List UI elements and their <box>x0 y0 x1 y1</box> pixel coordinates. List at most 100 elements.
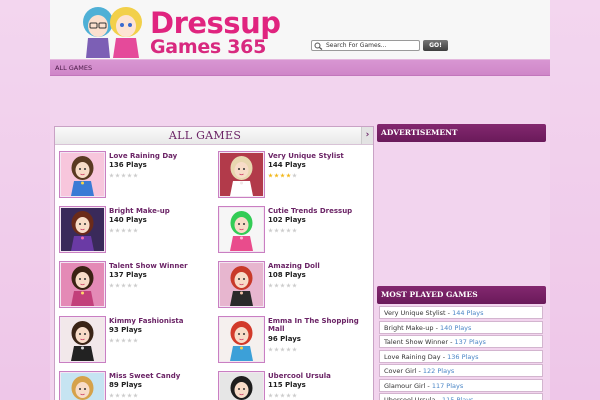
star-icon[interactable] <box>115 393 120 398</box>
game-thumbnail[interactable] <box>59 371 106 400</box>
game-title[interactable]: Very Unique Stylist <box>268 152 368 160</box>
game-rating[interactable] <box>268 391 298 398</box>
star-icon[interactable] <box>121 393 126 398</box>
star-icon[interactable] <box>268 393 273 398</box>
star-icon[interactable] <box>286 228 291 233</box>
star-icon[interactable] <box>115 338 120 343</box>
star-icon[interactable] <box>109 393 114 398</box>
site-logo[interactable]: Dressup Games 365 <box>76 4 281 58</box>
star-icon[interactable] <box>127 283 132 288</box>
game-thumbnail[interactable] <box>218 316 265 363</box>
star-icon[interactable] <box>280 228 285 233</box>
star-icon[interactable] <box>127 228 132 233</box>
game-rating[interactable] <box>109 281 139 288</box>
star-icon[interactable] <box>286 393 291 398</box>
star-icon[interactable] <box>292 173 297 178</box>
star-icon[interactable] <box>109 283 114 288</box>
game-thumbnail[interactable] <box>218 151 265 198</box>
star-icon[interactable] <box>292 283 297 288</box>
game-thumbnail[interactable] <box>59 151 106 198</box>
star-icon[interactable] <box>286 283 291 288</box>
game-item[interactable]: Amazing Doll 108 Plays <box>218 261 368 309</box>
game-rating[interactable] <box>109 226 139 233</box>
star-icon[interactable] <box>115 228 120 233</box>
star-icon[interactable] <box>133 228 138 233</box>
game-title[interactable]: Love Raining Day <box>109 152 209 160</box>
star-icon[interactable] <box>109 228 114 233</box>
star-icon[interactable] <box>109 338 114 343</box>
game-item[interactable]: Miss Sweet Candy 89 Plays <box>59 371 209 400</box>
star-icon[interactable] <box>274 393 279 398</box>
star-icon[interactable] <box>268 283 273 288</box>
star-icon[interactable] <box>133 283 138 288</box>
star-icon[interactable] <box>121 173 126 178</box>
star-icon[interactable] <box>280 347 285 352</box>
most-played-item[interactable]: Talent Show Winner - 137 Plays <box>379 335 543 348</box>
star-icon[interactable] <box>109 173 114 178</box>
most-played-item[interactable]: Glamour Girl - 117 Plays <box>379 378 543 392</box>
most-played-name[interactable]: Very Unique Stylist <box>384 309 446 317</box>
most-played-name[interactable]: Glamour Girl <box>384 382 425 390</box>
game-title[interactable]: Amazing Doll <box>268 262 368 270</box>
star-icon[interactable] <box>133 173 138 178</box>
game-rating[interactable] <box>268 226 298 233</box>
most-played-name[interactable]: Cover Girl <box>384 367 416 375</box>
star-icon[interactable] <box>121 228 126 233</box>
star-icon[interactable] <box>121 338 126 343</box>
game-title[interactable]: Talent Show Winner <box>109 262 209 270</box>
game-item[interactable]: Emma In The Shopping Mall 96 Plays <box>218 316 368 364</box>
star-icon[interactable] <box>274 283 279 288</box>
most-played-item[interactable]: Cover Girl - 122 Plays <box>379 364 543 377</box>
star-icon[interactable] <box>286 173 291 178</box>
star-icon[interactable] <box>115 173 120 178</box>
game-rating[interactable] <box>268 281 298 288</box>
game-item[interactable]: Love Raining Day 136 Plays <box>59 151 209 199</box>
star-icon[interactable] <box>268 228 273 233</box>
game-title[interactable]: Miss Sweet Candy <box>109 372 209 380</box>
game-title[interactable]: Bright Make-up <box>109 207 209 215</box>
game-item[interactable]: Cutie Trends Dressup 102 Plays <box>218 206 368 254</box>
game-item[interactable]: Very Unique Stylist 144 Plays <box>218 151 368 199</box>
most-played-item[interactable]: Bright Make-up - 140 Plays <box>379 320 543 334</box>
most-played-item[interactable]: Ubercool Ursula - 115 Plays <box>379 393 543 400</box>
star-icon[interactable] <box>133 393 138 398</box>
most-played-name[interactable]: Love Raining Day <box>384 353 441 361</box>
game-rating[interactable] <box>268 345 298 352</box>
game-item[interactable]: Kimmy Fashionista 93 Plays <box>59 316 209 364</box>
chevron-right-icon[interactable]: › <box>361 127 373 144</box>
game-thumbnail[interactable] <box>218 261 265 308</box>
star-icon[interactable] <box>127 173 132 178</box>
star-icon[interactable] <box>127 338 132 343</box>
game-thumbnail[interactable] <box>59 206 106 253</box>
star-icon[interactable] <box>133 338 138 343</box>
star-icon[interactable] <box>280 173 285 178</box>
game-rating[interactable] <box>268 171 298 178</box>
search-input[interactable] <box>326 41 418 50</box>
game-rating[interactable] <box>109 391 139 398</box>
game-item[interactable]: Talent Show Winner 137 Plays <box>59 261 209 309</box>
star-icon[interactable] <box>274 228 279 233</box>
star-icon[interactable] <box>286 347 291 352</box>
nav-all-games-link[interactable]: ALL GAMES <box>55 64 92 72</box>
star-icon[interactable] <box>274 347 279 352</box>
game-item[interactable]: Ubercool Ursula 115 Plays <box>218 371 368 400</box>
game-thumbnail[interactable] <box>59 261 106 308</box>
star-icon[interactable] <box>115 283 120 288</box>
star-icon[interactable] <box>280 283 285 288</box>
most-played-name[interactable]: Talent Show Winner <box>384 338 448 346</box>
search-go-button[interactable]: GO! <box>423 40 448 51</box>
most-played-name[interactable]: Bright Make-up <box>384 324 434 332</box>
game-title[interactable]: Kimmy Fashionista <box>109 317 209 325</box>
star-icon[interactable] <box>121 283 126 288</box>
most-played-name[interactable]: Ubercool Ursula <box>384 396 436 400</box>
game-rating[interactable] <box>109 171 139 178</box>
game-item[interactable]: Bright Make-up 140 Plays <box>59 206 209 254</box>
star-icon[interactable] <box>292 228 297 233</box>
star-icon[interactable] <box>292 393 297 398</box>
star-icon[interactable] <box>292 347 297 352</box>
game-rating[interactable] <box>109 336 139 343</box>
star-icon[interactable] <box>268 347 273 352</box>
game-thumbnail[interactable] <box>59 316 106 363</box>
star-icon[interactable] <box>127 393 132 398</box>
star-icon[interactable] <box>274 173 279 178</box>
